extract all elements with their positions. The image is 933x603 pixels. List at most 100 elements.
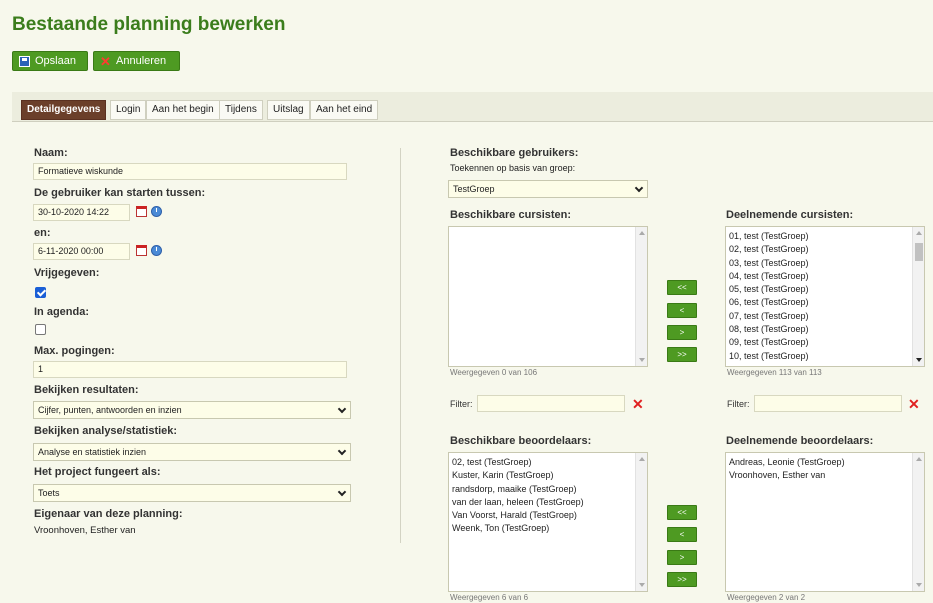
scrollbar[interactable] xyxy=(912,227,924,366)
save-button[interactable]: Opslaan xyxy=(12,51,88,71)
deelnemende-beoordelaars-label: Deelnemende beoordelaars: xyxy=(726,435,874,447)
group-selected: TestGroep xyxy=(453,184,495,194)
chevron-down-icon xyxy=(337,404,347,414)
list-item[interactable]: 03, test (TestGroep) xyxy=(729,257,910,270)
available-graders-count: Weergegeven 6 van 6 xyxy=(450,593,529,602)
list-item[interactable]: 06, test (TestGroep) xyxy=(729,296,910,309)
list-item[interactable]: Vroonhoven, Esther van xyxy=(729,469,910,482)
chevron-down-icon xyxy=(337,446,347,456)
list-item[interactable]: randsdorp, maaike (TestGroep) xyxy=(452,483,633,496)
remove-student-button[interactable]: > xyxy=(667,325,697,340)
column-divider xyxy=(400,148,401,543)
naam-label: Naam: xyxy=(34,147,68,159)
vrijgegeven-label: Vrijgegeven: xyxy=(34,267,100,279)
pogingen-input[interactable]: 1 xyxy=(33,361,347,378)
vrijgegeven-checkbox[interactable] xyxy=(35,287,46,298)
project-select[interactable]: Toets xyxy=(33,484,351,502)
list-item[interactable]: 05, test (TestGroep) xyxy=(729,283,910,296)
chevron-down-icon xyxy=(337,487,347,497)
deelnemende-cursisten-label: Deelnemende cursisten: xyxy=(726,209,854,221)
start-label: De gebruiker kan starten tussen: xyxy=(34,187,206,199)
filter-input[interactable] xyxy=(754,395,902,412)
clock-icon[interactable] xyxy=(151,206,162,217)
scrollbar[interactable] xyxy=(635,453,647,591)
list-item[interactable]: Andreas, Leonie (TestGroep) xyxy=(729,456,910,469)
tab-login[interactable]: Login xyxy=(110,100,147,120)
clear-filter-icon[interactable]: ✕ xyxy=(908,397,920,411)
participating-graders-items: Andreas, Leonie (TestGroep) Vroonhoven, E… xyxy=(729,456,910,483)
tab-bar: Detailgegevens Login Aan het begin Tijde… xyxy=(12,92,933,122)
add-all-students-button[interactable]: << xyxy=(667,280,697,295)
filter-label: Filter: xyxy=(450,399,473,409)
end-label: en: xyxy=(34,227,51,239)
analyse-label: Bekijken analyse/statistiek: xyxy=(34,425,178,437)
add-all-graders-button[interactable]: << xyxy=(667,505,697,520)
beschikbare-gebruikers-label: Beschikbare gebruikers: xyxy=(450,147,579,159)
analyse-selected: Analyse en statistiek inzien xyxy=(38,447,147,457)
list-item[interactable]: 04, test (TestGroep) xyxy=(729,270,910,283)
clock-icon[interactable] xyxy=(151,245,162,256)
analyse-select[interactable]: Analyse en statistiek inzien xyxy=(33,443,351,461)
list-item[interactable]: 01, test (TestGroep) xyxy=(729,230,910,243)
tab-aan-het-begin[interactable]: Aan het begin xyxy=(146,100,220,120)
available-graders-list[interactable]: 02, test (TestGroep) Kuster, Karin (TestG… xyxy=(448,452,648,592)
chevron-down-icon xyxy=(634,183,644,193)
end-date-input[interactable]: 6-11-2020 00:00 xyxy=(33,243,130,260)
eigenaar-value: Vroonhoven, Esther van xyxy=(34,525,136,536)
eigenaar-label: Eigenaar van deze planning: xyxy=(34,508,183,520)
group-hint: Toekennen op basis van groep: xyxy=(450,163,576,173)
filter-input[interactable] xyxy=(477,395,625,412)
filter-label: Filter: xyxy=(727,399,750,409)
beschikbare-cursisten-label: Beschikbare cursisten: xyxy=(450,209,572,221)
resultaten-select[interactable]: Cijfer, punten, antwoorden en inzien xyxy=(33,401,351,419)
remove-grader-button[interactable]: > xyxy=(667,550,697,565)
project-label: Het project fungeert als: xyxy=(34,466,161,478)
list-item[interactable]: Van Voorst, Harald (TestGroep) xyxy=(452,509,633,522)
tab-aan-het-eind[interactable]: Aan het eind xyxy=(310,100,379,120)
available-graders-items: 02, test (TestGroep) Kuster, Karin (TestG… xyxy=(452,456,633,536)
remove-all-graders-button[interactable]: >> xyxy=(667,572,697,587)
scrollbar[interactable] xyxy=(635,227,647,366)
list-item[interactable]: 02, test (TestGroep) xyxy=(729,243,910,256)
list-item[interactable]: 10, test (TestGroep) xyxy=(729,350,910,363)
pogingen-label: Max. pogingen: xyxy=(34,345,115,357)
clear-filter-icon[interactable]: ✕ xyxy=(632,397,644,411)
participating-students-list[interactable]: 01, test (TestGroep) 02, test (TestGroep)… xyxy=(725,226,925,367)
scrollbar[interactable] xyxy=(912,453,924,591)
tab-detailgegevens[interactable]: Detailgegevens xyxy=(21,100,107,120)
agenda-checkbox[interactable] xyxy=(35,324,46,335)
list-item[interactable]: van der laan, heleen (TestGroep) xyxy=(452,496,633,509)
cancel-button-label: Annuleren xyxy=(116,55,167,67)
resultaten-label: Bekijken resultaten: xyxy=(34,384,139,396)
start-date-input[interactable]: 30-10-2020 14:22 xyxy=(33,204,130,221)
remove-all-students-button[interactable]: >> xyxy=(667,347,697,362)
page-title: Bestaande planning bewerken xyxy=(12,14,286,35)
available-students-count: Weergegeven 0 van 106 xyxy=(450,368,538,377)
list-item[interactable]: Kuster, Karin (TestGroep) xyxy=(452,469,633,482)
participating-students-count: Weergegeven 113 van 113 xyxy=(727,368,822,377)
participating-graders-count: Weergegeven 2 van 2 xyxy=(727,593,806,602)
beschikbare-beoordelaars-label: Beschikbare beoordelaars: xyxy=(450,435,592,447)
participating-graders-list[interactable]: Andreas, Leonie (TestGroep) Vroonhoven, E… xyxy=(725,452,925,592)
cancel-button[interactable]: ✕ Annuleren xyxy=(93,51,180,71)
agenda-label: In agenda: xyxy=(34,306,90,318)
list-item[interactable]: 02, test (TestGroep) xyxy=(452,456,633,469)
save-button-label: Opslaan xyxy=(35,55,76,67)
naam-input[interactable]: Formatieve wiskunde xyxy=(33,163,347,180)
list-item[interactable]: 08, test (TestGroep) xyxy=(729,323,910,336)
list-item[interactable]: 07, test (TestGroep) xyxy=(729,310,910,323)
group-select[interactable]: TestGroep xyxy=(448,180,648,198)
tab-tijdens[interactable]: Tijdens xyxy=(219,100,263,120)
list-item[interactable]: Weenk, Ton (TestGroep) xyxy=(452,522,633,535)
add-student-button[interactable]: < xyxy=(667,303,697,318)
calendar-icon[interactable] xyxy=(136,245,147,256)
add-grader-button[interactable]: < xyxy=(667,527,697,542)
calendar-icon[interactable] xyxy=(136,206,147,217)
resultaten-selected: Cijfer, punten, antwoorden en inzien xyxy=(38,405,182,415)
list-item[interactable]: 09, test (TestGroep) xyxy=(729,336,910,349)
floppy-disk-icon xyxy=(19,55,30,67)
available-students-list[interactable] xyxy=(448,226,648,367)
tab-uitslag[interactable]: Uitslag xyxy=(267,100,310,120)
project-selected: Toets xyxy=(38,488,60,498)
participating-students-items: 01, test (TestGroep) 02, test (TestGroep)… xyxy=(729,230,910,363)
